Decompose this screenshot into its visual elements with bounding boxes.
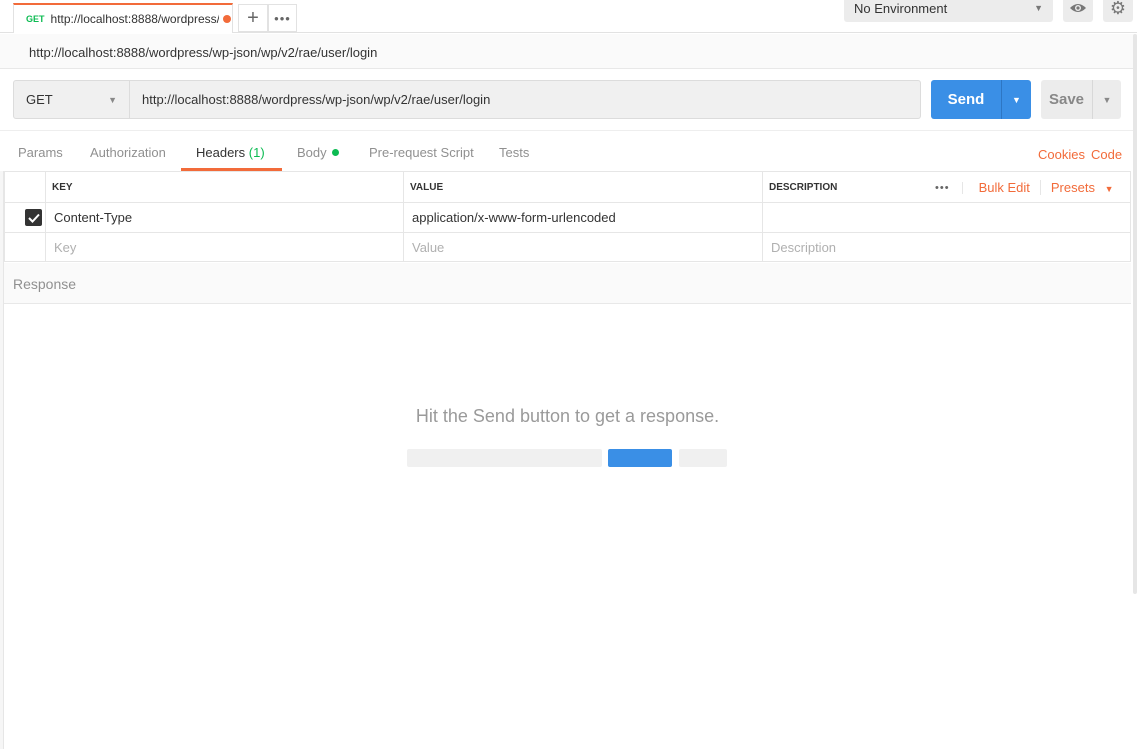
tab-body[interactable]: Body [297,145,339,160]
new-row-enable-cell [5,233,46,262]
environment-quick-look-button[interactable] [1063,0,1093,22]
send-button[interactable]: Send [931,80,1001,119]
tab-body-label: Body [297,145,327,160]
column-header-value: VALUE [404,172,763,203]
plus-icon: + [247,6,259,29]
save-options-button[interactable]: ▼ [1092,80,1121,119]
placeholder-bar-accent [608,449,672,467]
tab-headers-count: (1) [248,145,265,160]
tab-headers[interactable]: Headers (1) [196,145,265,160]
tab-headers-label: Headers [196,145,246,160]
settings-button[interactable]: ⚙ [1103,0,1133,22]
presets-label: Presets [1050,180,1095,195]
chevron-down-icon: ▼ [1034,3,1043,13]
header-description-cell[interactable] [763,203,1131,233]
tab-prerequest-script[interactable]: Pre-request Script [369,145,474,160]
chevron-down-icon: ▼ [1012,94,1021,105]
save-button[interactable]: Save [1041,80,1092,119]
response-header: Response [4,263,1131,304]
tab-bar: GET http://localhost:8888/wordpress/wp-j… [0,0,1137,33]
checkmark-icon [27,213,40,223]
more-icon: ••• [274,10,291,26]
header-value-cell[interactable]: application/x-www-form-urlencoded [404,203,763,233]
chevron-down-icon: ▼ [108,94,117,105]
url-input[interactable] [129,80,921,119]
bulk-edit-link[interactable]: Bulk Edit [963,180,1041,195]
response-empty-state: Hit the Send button to get a response. [4,304,1131,749]
new-tab-button[interactable]: + [238,4,268,32]
new-header-key-input[interactable]: Key [46,233,404,262]
header-cell-check [5,172,46,203]
new-header-description-input[interactable]: Description [763,233,1131,262]
scrollbar[interactable] [1133,34,1137,594]
unsaved-dot-icon [222,15,231,23]
tab-authorization[interactable]: Authorization [90,145,166,160]
eye-icon [1070,4,1086,12]
placeholder-bar [407,449,602,467]
column-header-key: KEY [46,172,404,203]
response-empty-message: Hit the Send button to get a response. [415,406,720,426]
tab-params[interactable]: Params [18,145,63,160]
new-header-value-input[interactable]: Value [404,233,763,262]
tab-method-label: GET [26,14,45,24]
gear-icon: ⚙ [1109,0,1127,18]
headers-table: KEY VALUE DESCRIPTION ••• Bulk Edit Pres… [4,171,1131,262]
code-link[interactable]: Code [1091,147,1122,162]
presets-dropdown[interactable]: Presets ▼ [1041,180,1114,195]
environment-select[interactable]: No Environment ▼ [844,0,1053,22]
method-selected-label: GET [26,92,53,107]
header-key-cell[interactable]: Content-Type [46,203,404,233]
request-tab[interactable]: GET http://localhost:8888/wordpress/wp-j… [13,3,233,33]
tab-tests[interactable]: Tests [499,145,529,160]
chevron-down-icon: ▼ [1104,184,1114,194]
body-indicator-dot-icon [331,149,339,156]
cookies-link[interactable]: Cookies [1038,147,1085,162]
request-tabs: Params Authorization Headers (1) Body Pr… [0,130,1137,171]
more-icon[interactable]: ••• [935,181,963,194]
send-options-button[interactable]: ▼ [1001,80,1031,119]
header-enabled-checkbox[interactable] [25,209,42,226]
environment-selected-label: No Environment [854,0,948,16]
chevron-down-icon: ▼ [1102,94,1112,105]
tab-options-button[interactable]: ••• [268,4,297,32]
request-name: http://localhost:8888/wordpress/wp-json/… [0,34,1137,69]
tab-title: http://localhost:8888/wordpress/wp-json/… [50,12,219,26]
headers-actions: ••• Bulk Edit Presets ▼ [935,172,1114,203]
method-select[interactable]: GET ▼ [13,80,130,119]
placeholder-bar [679,449,727,467]
